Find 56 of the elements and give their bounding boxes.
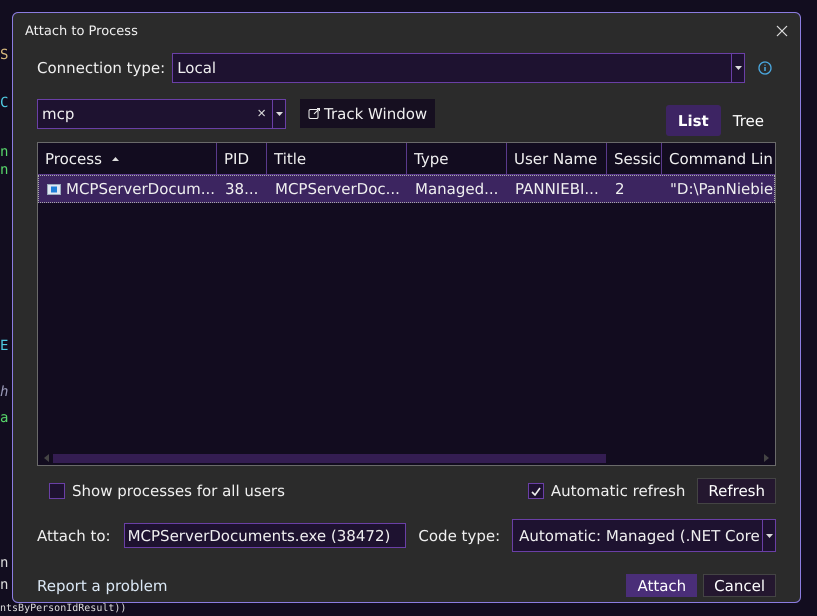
column-header[interactable]: Command Lin	[662, 143, 775, 174]
close-icon[interactable]	[776, 25, 788, 37]
checkbox-label: Show processes for all users	[72, 482, 285, 500]
report-problem-link[interactable]: Report a problem	[37, 576, 168, 594]
column-header[interactable]: PID	[217, 143, 267, 174]
app-window-icon	[47, 184, 61, 194]
checkbox-label: Automatic refresh	[550, 482, 686, 500]
checkmark-icon	[530, 486, 541, 496]
code-text: n	[0, 144, 8, 160]
attach-to-label: Attach to:	[37, 526, 111, 544]
external-window-icon	[308, 107, 321, 120]
info-icon[interactable]	[758, 61, 772, 75]
column-header[interactable]: Process	[38, 143, 217, 174]
connection-type-dropdown[interactable]: Local	[172, 53, 746, 83]
process-filter-field[interactable]: mcp ×	[37, 98, 286, 128]
window-title: Attach to Process	[25, 24, 138, 38]
code-text: S	[0, 47, 8, 63]
code-text: ntsByPersonIdResult))	[0, 603, 126, 615]
dropdown-caret-icon	[766, 534, 772, 538]
code-text: a	[0, 410, 8, 426]
code-type-label: Code type:	[418, 526, 500, 544]
scroll-left-icon[interactable]	[44, 454, 49, 462]
view-tab[interactable]: Tree	[720, 105, 776, 136]
table-cell: 2	[615, 180, 625, 198]
track-window-button[interactable]: Track Window	[300, 99, 436, 128]
view-tab[interactable]: List	[666, 105, 721, 136]
code-text: n	[0, 162, 8, 178]
table-cell: 38...	[225, 180, 258, 198]
attach-to-field[interactable]: MCPServerDocuments.exe (38472)	[124, 523, 406, 548]
checkbox[interactable]	[49, 483, 65, 499]
column-header[interactable]: Type	[407, 143, 507, 174]
code-text: n	[0, 555, 8, 571]
process-row[interactable]: MCPServerDocum... 38... MCPServerDoc... Managed... PANNIEBI... 2 "D:\PanNiebie	[38, 175, 775, 203]
table-cell: "D:\PanNiebie	[670, 180, 774, 198]
table-cell: Managed...	[415, 180, 498, 198]
table-cell: MCPServerDoc...	[275, 180, 400, 198]
table-cell: PANNIEBI...	[515, 180, 599, 198]
checkbox[interactable]	[528, 483, 544, 499]
code-text: h	[0, 384, 8, 400]
code-text: E	[0, 338, 8, 354]
table-cell: MCPServerDocum...	[66, 180, 216, 198]
scroll-right-icon[interactable]	[764, 454, 769, 462]
dialog-button[interactable]: Attach	[626, 574, 698, 597]
dropdown-caret-icon	[276, 112, 282, 116]
code-type-dropdown[interactable]: Automatic: Managed (.NET Core	[512, 519, 776, 552]
column-header[interactable]: User Name	[507, 143, 607, 174]
column-header[interactable]: Title	[267, 143, 407, 174]
refresh-button[interactable]: Refresh	[697, 478, 776, 504]
dropdown-caret-icon	[734, 66, 742, 70]
column-header[interactable]: Sessic	[607, 143, 662, 174]
code-text: n	[0, 577, 8, 593]
connection-type-label: Connection type:	[37, 59, 166, 77]
sort-arrow-icon	[112, 156, 119, 160]
clear-button[interactable]: ×	[251, 100, 272, 128]
code-text: C	[0, 95, 8, 111]
dialog-button[interactable]: Cancel	[703, 574, 776, 597]
